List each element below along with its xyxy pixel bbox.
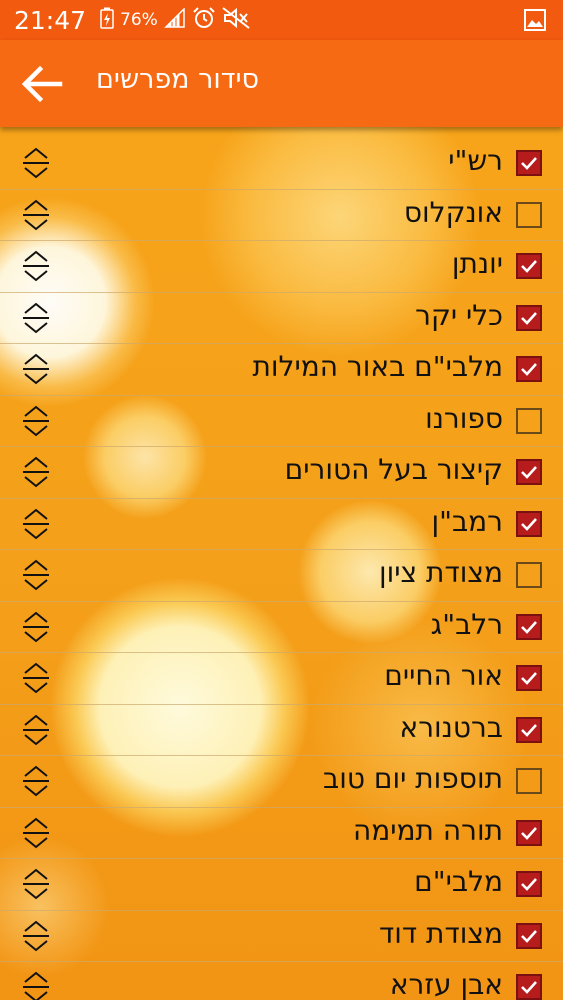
checkbox-unchecked[interactable] xyxy=(516,407,542,434)
checkbox-checked[interactable] xyxy=(516,665,542,691)
drag-handle-icon[interactable] xyxy=(20,455,52,489)
status-bar: 21:47 76% xyxy=(0,0,563,40)
checkmark-icon xyxy=(521,157,537,170)
list-item-label: רש"י xyxy=(448,144,503,177)
charging-battery-icon xyxy=(100,7,114,34)
list-item[interactable]: ברטנורא xyxy=(0,705,563,756)
list-item[interactable]: כלי יקר xyxy=(0,293,563,344)
checkbox-checked[interactable] xyxy=(516,150,542,176)
list-item[interactable]: מלבי"ם xyxy=(0,859,563,911)
list-item[interactable]: תורה תמימה xyxy=(0,808,563,859)
drag-handle-icon[interactable] xyxy=(20,661,52,695)
list-item[interactable]: קיצור בעל הטורים xyxy=(0,447,563,499)
drag-handle-icon[interactable] xyxy=(20,816,52,850)
list-item-label: אבן עזרא xyxy=(389,968,503,1000)
drag-handle-icon[interactable] xyxy=(20,507,52,541)
checkmark-icon xyxy=(521,672,537,685)
list-item-label: קיצור בעל הטורים xyxy=(284,453,503,486)
checkbox-checked[interactable] xyxy=(516,922,542,949)
back-arrow-icon[interactable] xyxy=(20,64,64,104)
list-item[interactable]: אור החיים xyxy=(0,653,563,705)
list-item-label: מלבי"ם באור המילות xyxy=(252,350,504,383)
list-item-label: תורה תמימה xyxy=(352,813,503,847)
list-item-label: אונקלוס xyxy=(403,195,503,229)
app-bar: סידור מפרשים xyxy=(0,40,563,127)
list-item[interactable]: מצודת ציון xyxy=(0,550,563,602)
list-item[interactable]: רש"י xyxy=(0,138,563,190)
list-item-label: ספורנו xyxy=(425,401,503,435)
checkbox-unchecked[interactable] xyxy=(516,768,542,794)
checkmark-icon xyxy=(521,981,537,994)
list-item[interactable]: יונתן xyxy=(0,241,563,293)
page-title: סידור מפרשים xyxy=(96,64,260,95)
drag-handle-icon[interactable] xyxy=(20,352,52,386)
checkbox-checked[interactable] xyxy=(516,871,542,897)
battery-percent: 76% xyxy=(120,10,158,30)
checkmark-icon xyxy=(521,311,537,325)
drag-handle-icon[interactable] xyxy=(20,146,52,180)
checkmark-icon xyxy=(521,826,537,840)
list-item-label: מצודת דוד xyxy=(378,916,503,950)
list-item[interactable]: אונקלוס xyxy=(0,190,563,241)
drag-handle-icon[interactable] xyxy=(20,713,52,747)
list-item-label: מלבי"ם xyxy=(414,865,503,898)
drag-handle-icon[interactable] xyxy=(20,610,52,644)
checkmark-icon xyxy=(521,929,537,943)
list-item[interactable]: תוספות יום טוב xyxy=(0,756,563,808)
checkbox-checked[interactable] xyxy=(516,716,542,743)
checkmark-icon xyxy=(521,260,537,273)
checkbox-checked[interactable] xyxy=(516,613,542,640)
checkmark-icon xyxy=(521,363,537,376)
mute-icon xyxy=(222,6,250,34)
checkbox-checked[interactable] xyxy=(516,253,542,279)
checkbox-unchecked[interactable] xyxy=(516,201,542,228)
drag-handle-icon[interactable] xyxy=(20,919,52,953)
list-item[interactable]: מצודת דוד xyxy=(0,911,563,962)
checkmark-icon xyxy=(521,517,537,531)
commentators-list: רש"י אונקלוס יונתן כלי יקר מלבי"ם באור ה… xyxy=(0,138,563,1000)
status-time: 21:47 xyxy=(14,5,87,35)
list-item-label: רלב"ג xyxy=(430,607,503,641)
drag-handle-icon[interactable] xyxy=(20,249,52,283)
list-item-label: יונתן xyxy=(451,247,503,280)
checkbox-unchecked[interactable] xyxy=(516,562,542,588)
checkbox-checked[interactable] xyxy=(516,510,542,537)
checkbox-checked[interactable] xyxy=(516,304,542,331)
list-item-label: כלי יקר xyxy=(415,298,503,332)
checkbox-checked[interactable] xyxy=(516,356,542,382)
drag-handle-icon[interactable] xyxy=(20,301,52,335)
list-item-label: אור החיים xyxy=(384,659,503,692)
alarm-icon xyxy=(192,6,216,34)
list-item-label: ברטנורא xyxy=(399,710,503,744)
drag-handle-icon[interactable] xyxy=(20,970,52,1000)
commentators-list-container: רש"י אונקלוס יונתן כלי יקר מלבי"ם באור ה… xyxy=(0,127,563,1000)
list-item-label: מצודת ציון xyxy=(379,556,503,589)
list-item-label: רמב"ן xyxy=(431,504,503,538)
drag-handle-icon[interactable] xyxy=(20,404,52,438)
checkmark-icon xyxy=(521,723,537,737)
checkmark-icon xyxy=(521,878,537,891)
drag-handle-icon[interactable] xyxy=(20,198,52,232)
drag-handle-icon[interactable] xyxy=(20,558,52,592)
list-item[interactable]: רלב"ג xyxy=(0,602,563,653)
checkbox-checked[interactable] xyxy=(516,974,542,1000)
drag-handle-icon[interactable] xyxy=(20,764,52,798)
checkmark-icon xyxy=(521,466,537,479)
gallery-icon xyxy=(523,8,547,36)
status-icons: 76% xyxy=(100,6,250,34)
drag-handle-icon[interactable] xyxy=(20,867,52,901)
list-item[interactable]: אבן עזרא xyxy=(0,962,563,1000)
checkbox-checked[interactable] xyxy=(516,459,542,485)
list-item[interactable]: ספורנו xyxy=(0,396,563,447)
list-item-label: תוספות יום טוב xyxy=(323,762,503,795)
checkbox-checked[interactable] xyxy=(516,819,542,846)
list-item[interactable]: מלבי"ם באור המילות xyxy=(0,344,563,396)
signal-icon xyxy=(164,6,186,33)
list-item[interactable]: רמב"ן xyxy=(0,499,563,550)
checkmark-icon xyxy=(521,620,537,634)
